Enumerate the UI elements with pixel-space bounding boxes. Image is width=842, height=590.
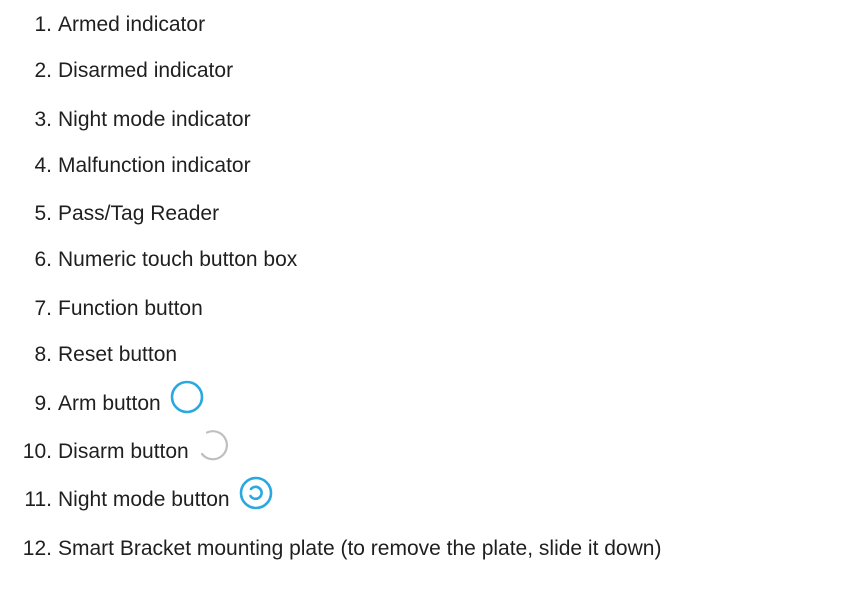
item-number: 5.: [34, 202, 52, 225]
item-label: Pass/Tag Reader: [58, 202, 220, 225]
list-item: 7. Function button: [0, 289, 203, 329]
list-item: 1. Armed indicator: [0, 5, 205, 45]
item-label: Disarm button: [58, 440, 189, 463]
list-item: 3. Night mode indicator: [0, 100, 251, 140]
list-item: 5. Pass/Tag Reader: [0, 194, 219, 234]
item-label: Function button: [58, 297, 203, 320]
list-item: 10. Disarm button: [0, 430, 233, 472]
list-item: 9. Arm button: [0, 380, 205, 424]
disarm-partial-circle-icon: [197, 427, 233, 463]
item-number: 1.: [34, 13, 52, 36]
list-item: 2. Disarmed indicator: [0, 51, 233, 91]
item-number: 2.: [34, 59, 52, 82]
item-number: 3.: [34, 108, 52, 131]
item-label: Smart Bracket mounting plate (to remove …: [58, 537, 662, 560]
item-label: Night mode button: [58, 488, 230, 511]
item-label: Armed indicator: [58, 13, 206, 36]
item-number: 12.: [22, 537, 52, 560]
item-label: Numeric touch button box: [58, 248, 298, 271]
item-number: 8.: [34, 343, 52, 366]
item-number: 4.: [34, 154, 52, 177]
list-item: 6. Numeric touch button box: [0, 240, 297, 280]
item-label: Night mode indicator: [58, 108, 251, 131]
arm-circle-icon: [169, 379, 205, 415]
night-mode-circle-icon: [238, 475, 274, 511]
numbered-list: 1. Armed indicator 2. Disarmed indicator…: [0, 0, 842, 590]
list-item: 8. Reset button: [0, 335, 177, 375]
item-label: Reset button: [58, 343, 178, 366]
item-label: Malfunction indicator: [58, 154, 251, 177]
item-label: Arm button: [58, 392, 161, 415]
item-number: 7.: [34, 297, 52, 320]
item-number: 11.: [24, 488, 52, 511]
list-item: 4. Malfunction indicator: [0, 146, 251, 186]
item-label: Disarmed indicator: [58, 59, 234, 82]
list-item: 11. Night mode button: [0, 476, 274, 520]
item-number: 9.: [34, 392, 52, 415]
item-number: 6.: [34, 248, 52, 271]
list-item: 12. Smart Bracket mounting plate (to rem…: [0, 529, 662, 569]
item-number: 10.: [22, 440, 52, 463]
